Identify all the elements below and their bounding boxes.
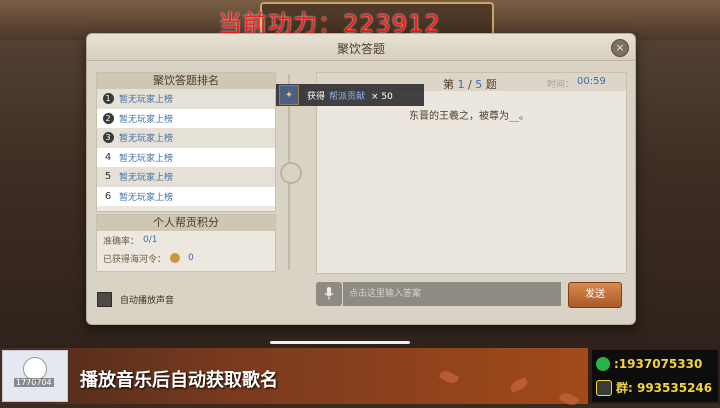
qq-contact: 群: 993535246 bbox=[616, 381, 713, 395]
reward-item: 帮派贡献 bbox=[329, 91, 366, 102]
question-separator: / bbox=[468, 78, 472, 91]
contact-info-box: :1937075330 群: 993535246 bbox=[592, 350, 718, 402]
streamer-avatar bbox=[2, 350, 68, 402]
earned-value: 0 bbox=[188, 253, 194, 263]
wechat-contact-row: :1937075330 bbox=[596, 357, 702, 371]
rank-player-name: 暂无玩家上榜 bbox=[119, 173, 174, 184]
rank-player-name: 暂无玩家上榜 bbox=[119, 153, 174, 164]
rank-number: 4 bbox=[104, 151, 112, 163]
ranking-row: 4 暂无玩家上榜 bbox=[97, 147, 275, 167]
dialog-title: 聚饮答题 bbox=[336, 42, 385, 56]
contribution-scroll-icon: ✦ bbox=[279, 85, 299, 105]
banner-text: 播放音乐后自动获取歌名 bbox=[80, 370, 278, 391]
answer-input[interactable] bbox=[343, 282, 561, 306]
question-suffix: 题 bbox=[485, 78, 497, 91]
home-indicator bbox=[270, 341, 410, 344]
question-prefix: 第 bbox=[443, 78, 454, 91]
ranking-header: 聚饮答题排名 bbox=[97, 73, 275, 89]
accuracy-row: 准确率： 0/1 bbox=[97, 231, 275, 249]
send-button[interactable]: 发送 bbox=[568, 282, 622, 308]
rank-medal-icon: 2 bbox=[102, 112, 114, 124]
reward-tooltip: ✦ 获得 帮派贡献 × 50 bbox=[276, 84, 424, 106]
avatar-id-text: 1770704 bbox=[14, 378, 54, 387]
rank-player-name: 暂无玩家上榜 bbox=[119, 95, 174, 106]
ranking-row: 6 暂无玩家上榜 bbox=[97, 186, 275, 206]
rank-number: 6 bbox=[104, 190, 112, 202]
token-coin-icon bbox=[170, 253, 181, 263]
accuracy-value: 0/1 bbox=[143, 235, 158, 245]
divider-ornament-icon bbox=[280, 162, 302, 184]
rank-number: 5 bbox=[104, 171, 112, 183]
timer-value: 00:59 bbox=[577, 76, 606, 87]
voice-input-button[interactable] bbox=[316, 282, 342, 306]
score-header: 个人帮贡积分 bbox=[97, 215, 275, 231]
rank-player-name: 暂无玩家上榜 bbox=[119, 134, 174, 145]
dialog-header: 聚饮答题 × bbox=[87, 34, 635, 61]
rank-player-name: 暂无玩家上榜 bbox=[119, 192, 174, 203]
personal-score-panel: 个人帮贡积分 准确率： 0/1 已获得海河令： 0 bbox=[96, 214, 276, 272]
question-current: 1 bbox=[457, 78, 465, 91]
autoplay-checkbox[interactable] bbox=[97, 292, 112, 307]
ranking-row: 5 暂无玩家上榜 bbox=[97, 167, 275, 187]
wechat-icon bbox=[596, 357, 610, 371]
rank-medal-icon: 3 bbox=[102, 132, 114, 144]
timer-label: 时间： bbox=[547, 80, 575, 90]
rank-medal-icon: 1 bbox=[102, 93, 114, 105]
question-text: 东晋的王羲之，被尊为__。 bbox=[409, 111, 529, 122]
earned-label: 已获得海河令： bbox=[103, 254, 167, 265]
reward-label: 获得 bbox=[307, 91, 326, 102]
earned-row: 已获得海河令： 0 bbox=[97, 249, 275, 267]
ranking-row: 2 暂无玩家上榜 bbox=[97, 108, 275, 128]
ranking-row: 3 暂无玩家上榜 bbox=[97, 128, 275, 148]
ranking-row: 1 暂无玩家上榜 bbox=[97, 89, 275, 109]
qq-contact-row: 群: 993535246 bbox=[596, 379, 712, 396]
accuracy-label: 准确率： bbox=[103, 236, 140, 247]
question-total: 5 bbox=[475, 78, 483, 91]
wechat-contact: :1937075330 bbox=[614, 357, 703, 371]
reward-amount: × 50 bbox=[371, 91, 393, 102]
qq-group-icon bbox=[596, 379, 612, 396]
close-icon[interactable]: × bbox=[611, 39, 629, 57]
autoplay-toggle[interactable]: 自动播放声音 bbox=[97, 292, 174, 307]
rank-player-name: 暂无玩家上榜 bbox=[119, 114, 174, 125]
microphone-icon bbox=[324, 287, 334, 300]
ranking-panel: 聚饮答题排名 1 暂无玩家上榜 2 暂无玩家上榜 3 暂无玩家上榜 4 暂无玩家… bbox=[96, 72, 276, 212]
reward-text: 获得 帮派贡献 × 50 bbox=[307, 89, 393, 102]
quiz-dialog: 聚饮答题 × 聚饮答题排名 1 暂无玩家上榜 2 暂无玩家上榜 3 暂无玩家上榜… bbox=[86, 33, 636, 325]
question-counter: 第 1 / 5 题 bbox=[443, 76, 497, 92]
autoplay-label: 自动播放声音 bbox=[120, 296, 175, 306]
